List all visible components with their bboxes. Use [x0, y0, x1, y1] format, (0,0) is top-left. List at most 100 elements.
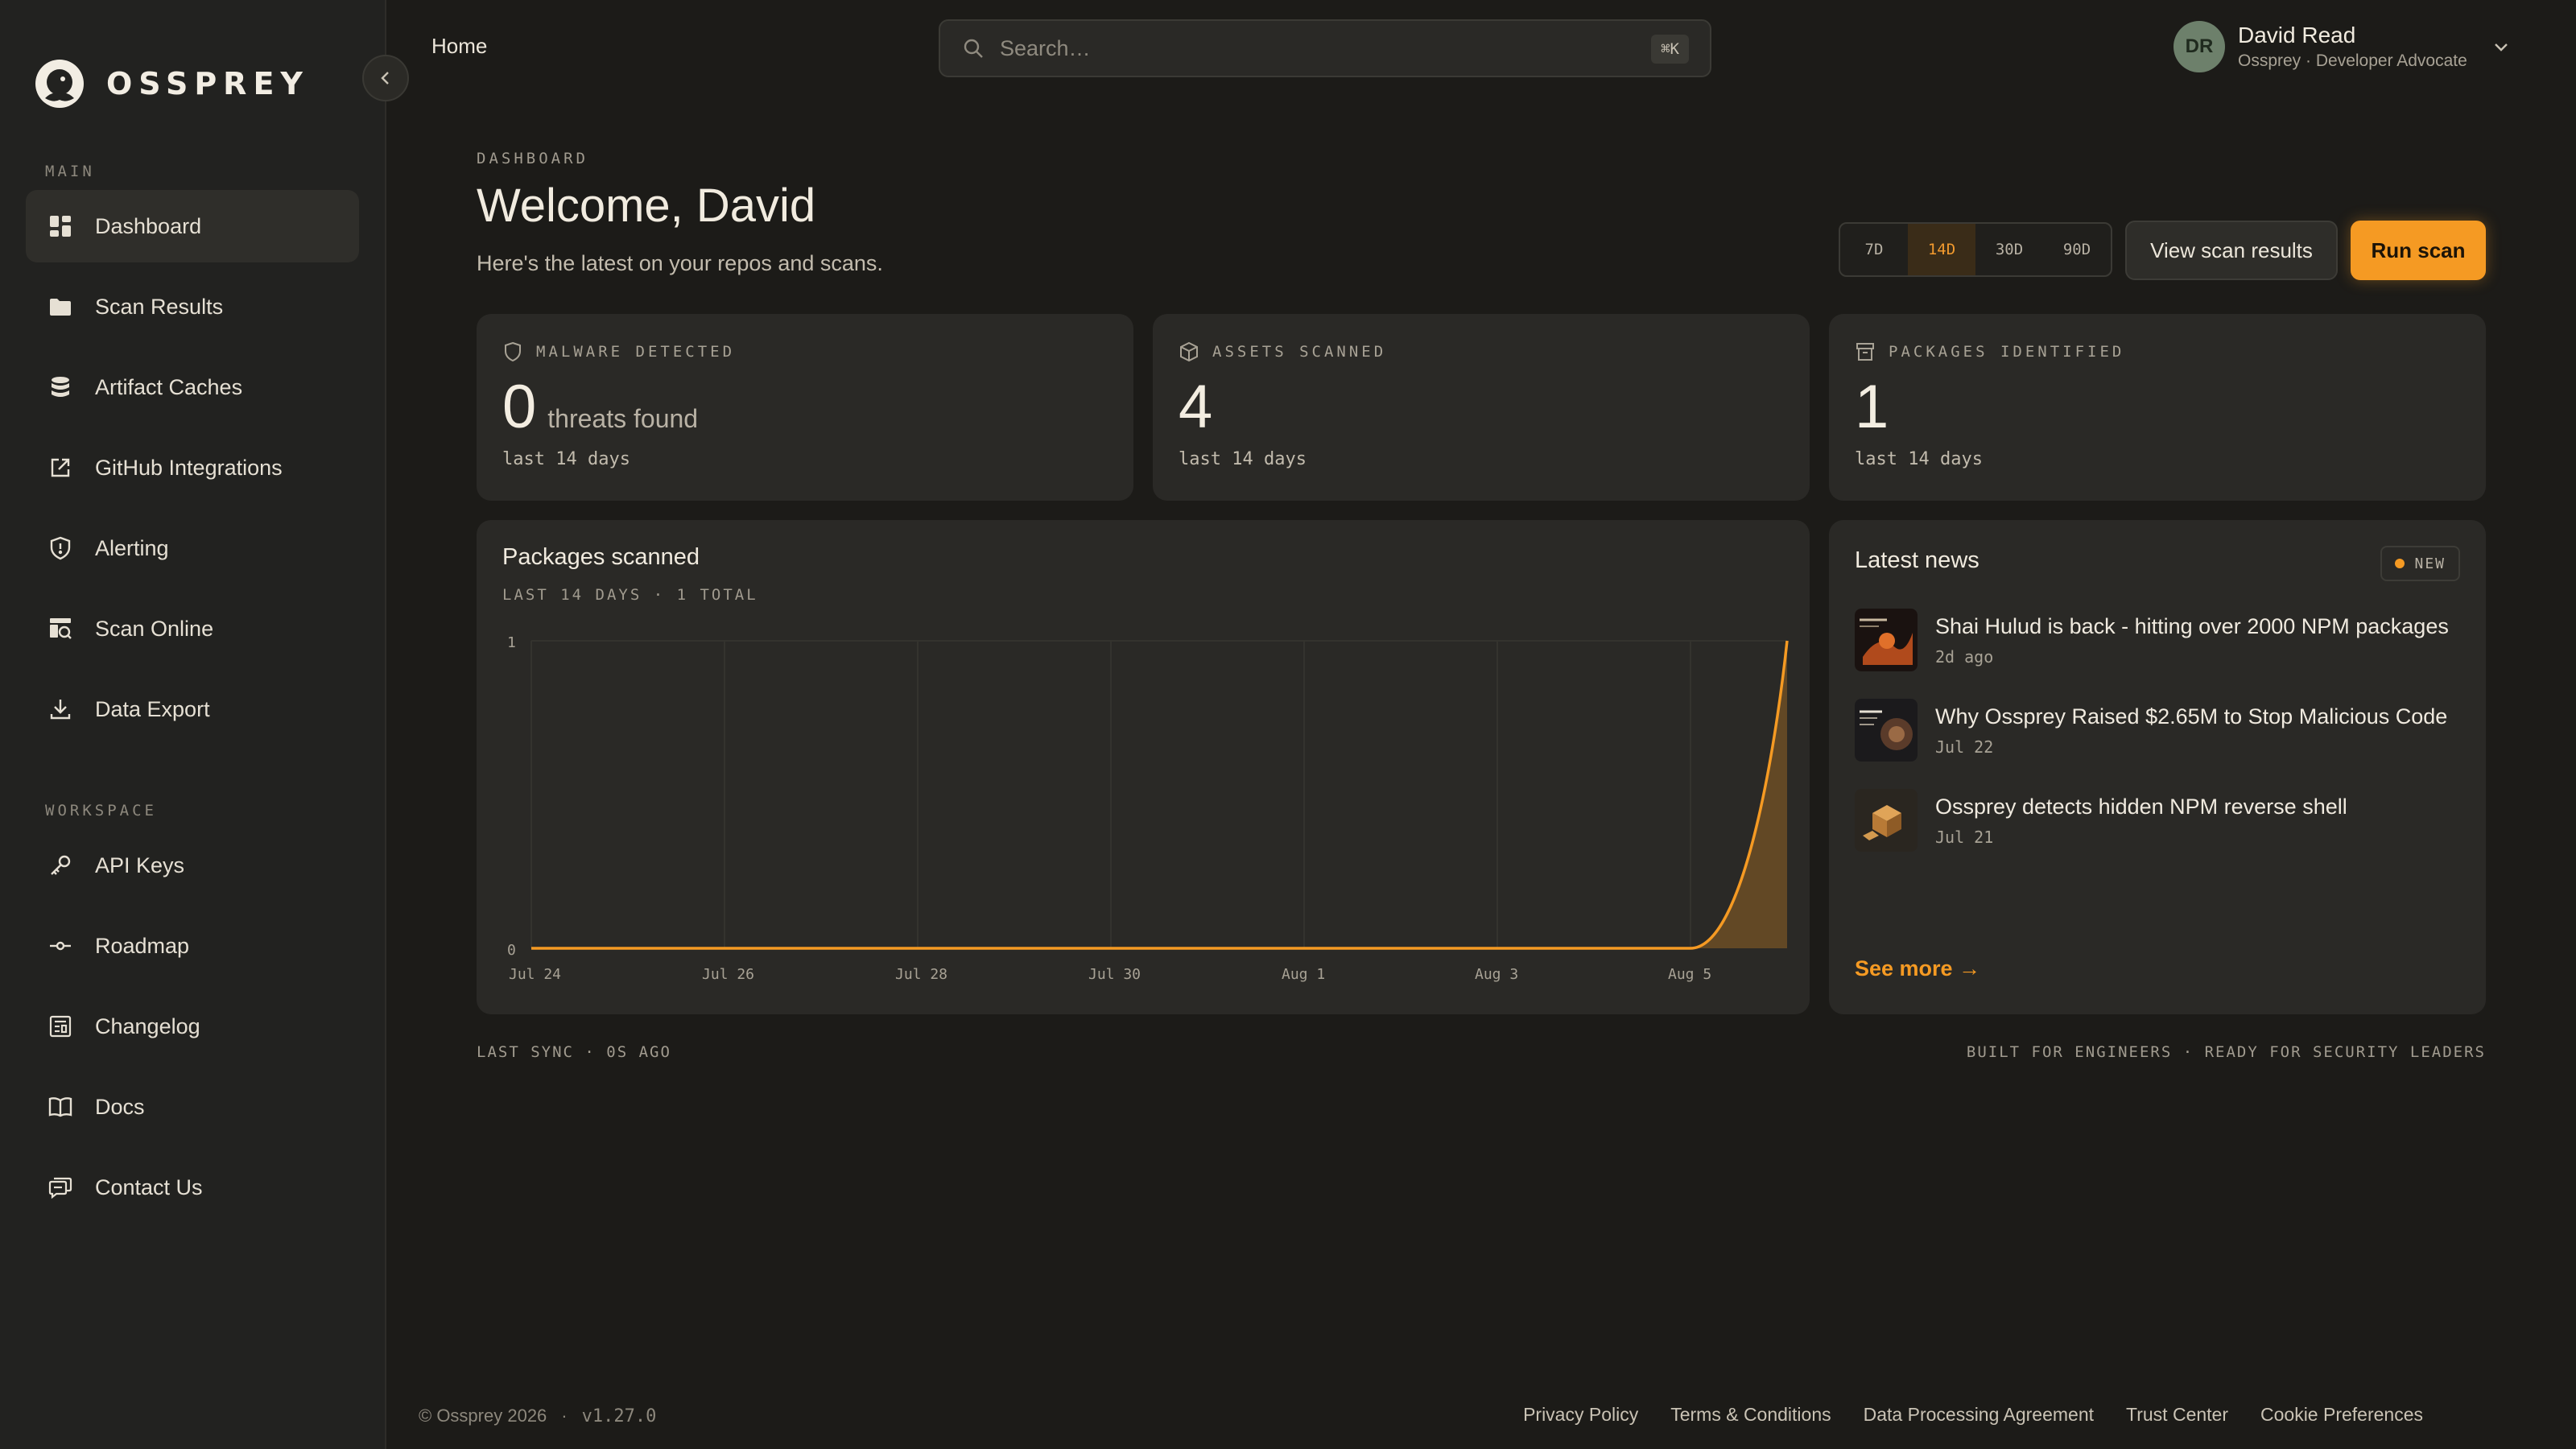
search-placeholder: Search… [1000, 35, 1091, 60]
news-card: Latest news NEW Shai Hulud is back - hit… [1829, 520, 2486, 1014]
packages-chart: Jul 24 Jul 26 Jul 28 Jul 30 Aug 1 Aug 3 Aug 5 0… [507, 634, 1789, 983]
sidebar-item-label: Contact Us [95, 1174, 203, 1199]
user-role: Ossprey · Developer Advocate [2238, 52, 2467, 70]
sidebar-item-artifact-caches[interactable]: Artifact Caches [26, 351, 359, 423]
sidebar-item-label: Alerting [95, 535, 169, 560]
chevron-down-icon [2494, 43, 2508, 52]
sidebar-item-docs[interactable]: Docs [26, 1071, 359, 1143]
y-tick-label: 0 [507, 942, 516, 959]
sidebar-item-changelog[interactable]: Changelog [26, 990, 359, 1063]
sidebar-item-dashboard[interactable]: Dashboard [26, 190, 359, 262]
stat-card-malware: MALWARE DETECTED 0 threats found last 14… [477, 314, 1133, 501]
version-label: v1.27.0 [581, 1406, 657, 1426]
osprey-logo-icon [35, 60, 84, 108]
stat-period: last 14 days [502, 449, 630, 469]
packages-chart-card: Packages scanned LAST 14 DAYS · 1 TOTAL … [477, 520, 1810, 1014]
sidebar-item-label: Changelog [95, 1013, 200, 1038]
news-headline: Ossprey detects hidden NPM reverse shell [1935, 794, 2347, 819]
footer-links: Privacy Policy Terms & Conditions Data P… [1491, 1404, 2423, 1426]
page-kicker: DASHBOARD [477, 150, 588, 167]
stat-period: last 14 days [1855, 449, 1983, 469]
sidebar-item-label: GitHub Integrations [95, 455, 283, 480]
sidebar-item-github-integrations[interactable]: GitHub Integrations [26, 431, 359, 504]
page-title: Welcome, David [477, 180, 816, 232]
range-option-90d[interactable]: 90D [2043, 224, 2111, 275]
x-tick-label: Aug 3 [1475, 966, 1518, 983]
search-input[interactable]: Search… ⌘K [939, 19, 1711, 77]
stat-label: PACKAGES IDENTIFIED [1889, 343, 2125, 361]
run-scan-button[interactable]: Run scan [2351, 221, 2486, 280]
section-label-workspace: WORKSPACE [45, 802, 157, 819]
sidebar-item-label: API Keys [95, 852, 185, 877]
news-title: Latest news [1855, 547, 1979, 573]
sidebar-item-alerting[interactable]: Alerting [26, 512, 359, 584]
sidebar-item-contact-us[interactable]: Contact Us [26, 1151, 359, 1224]
footer-separator: · [561, 1406, 568, 1426]
page-subtitle: Here's the latest on your repos and scan… [477, 251, 883, 275]
terms-link[interactable]: Terms & Conditions [1670, 1404, 1831, 1426]
footer-meta: © Ossprey 2026 · v1.27.0 [419, 1406, 656, 1426]
user-name: David Read [2238, 23, 2356, 47]
view-scan-results-button[interactable]: View scan results [2125, 221, 2338, 280]
x-tick-label: Jul 28 [895, 966, 947, 983]
badge-dot [2395, 559, 2405, 568]
search-shortcut: ⌘K [1651, 35, 1689, 64]
archive-icon [1856, 343, 1874, 361]
sidebar-item-label: Dashboard [95, 213, 202, 238]
external-link-icon [47, 454, 74, 481]
time-range-selector: 7D 14D 30D 90D [1839, 222, 2112, 277]
shield-icon [47, 535, 74, 562]
news-item[interactable]: Shai Hulud is back - hitting over 2000 N… [1855, 609, 2449, 671]
series-line [531, 640, 1789, 950]
trust-center-link[interactable]: Trust Center [2126, 1404, 2228, 1426]
x-tick-label: Aug 5 [1668, 966, 1711, 983]
chat-icon [47, 1174, 74, 1201]
sidebar-item-label: Data Export [95, 696, 210, 721]
x-tick-label: Jul 30 [1088, 966, 1141, 983]
sidebar-item-label: Scan Results [95, 294, 224, 319]
series-area [531, 641, 1787, 948]
sidebar: OSSPREY MAIN Dashboard Scan Results Arti… [0, 0, 386, 1449]
book-icon [47, 1093, 74, 1121]
news-item[interactable]: Ossprey detects hidden NPM reverse shell… [1855, 789, 2347, 852]
news-headline: Why Ossprey Raised $2.65M to Stop Malici… [1935, 704, 2448, 729]
range-option-14d[interactable]: 14D [1908, 224, 1975, 275]
range-option-30d[interactable]: 30D [1975, 224, 2043, 275]
section-label-main: MAIN [45, 163, 95, 180]
stat-value: 0 [502, 373, 537, 441]
collapse-sidebar-button[interactable] [362, 55, 409, 101]
x-tick-label: Jul 24 [509, 966, 561, 983]
breadcrumb[interactable]: Home [431, 34, 487, 59]
sidebar-item-scan-results[interactable]: Scan Results [26, 270, 359, 343]
range-option-7d[interactable]: 7D [1840, 224, 1908, 275]
stat-value: 1 [1855, 373, 1889, 441]
key-icon [47, 852, 74, 879]
see-more-link[interactable]: See more → [1855, 956, 1980, 981]
avatar: DR [2174, 21, 2225, 72]
sidebar-item-roadmap[interactable]: Roadmap [26, 910, 359, 982]
badge-label: NEW [2414, 555, 2446, 572]
privacy-policy-link[interactable]: Privacy Policy [1523, 1404, 1638, 1426]
changelog-icon [47, 1013, 74, 1040]
sidebar-item-scan-online[interactable]: Scan Online [26, 592, 359, 665]
download-icon [47, 696, 74, 723]
dpa-link[interactable]: Data Processing Agreement [1864, 1404, 2094, 1426]
sidebar-item-data-export[interactable]: Data Export [26, 673, 359, 745]
news-thumbnail [1855, 609, 1918, 671]
box-icon [1180, 341, 1198, 362]
y-tick-label: 1 [507, 634, 516, 651]
stat-value: 4 [1179, 373, 1213, 441]
news-item[interactable]: Why Ossprey Raised $2.65M to Stop Malici… [1855, 699, 2447, 762]
x-tick-label: Jul 26 [702, 966, 754, 983]
stat-card-packages: PACKAGES IDENTIFIED 1 last 14 days [1829, 314, 2486, 501]
user-menu[interactable]: DR David Read Ossprey · Developer Advoca… [2174, 21, 2512, 72]
commit-icon [47, 932, 74, 960]
sidebar-item-api-keys[interactable]: API Keys [26, 829, 359, 902]
cookie-preferences-link[interactable]: Cookie Preferences [2260, 1404, 2423, 1426]
sidebar-item-label: Artifact Caches [95, 374, 243, 399]
sidebar-item-label: Roadmap [95, 933, 190, 958]
chevron-left-icon [381, 72, 389, 85]
shield-icon [505, 341, 521, 362]
brand-logo[interactable]: OSSPREY [34, 58, 309, 109]
scan-icon [47, 615, 74, 642]
